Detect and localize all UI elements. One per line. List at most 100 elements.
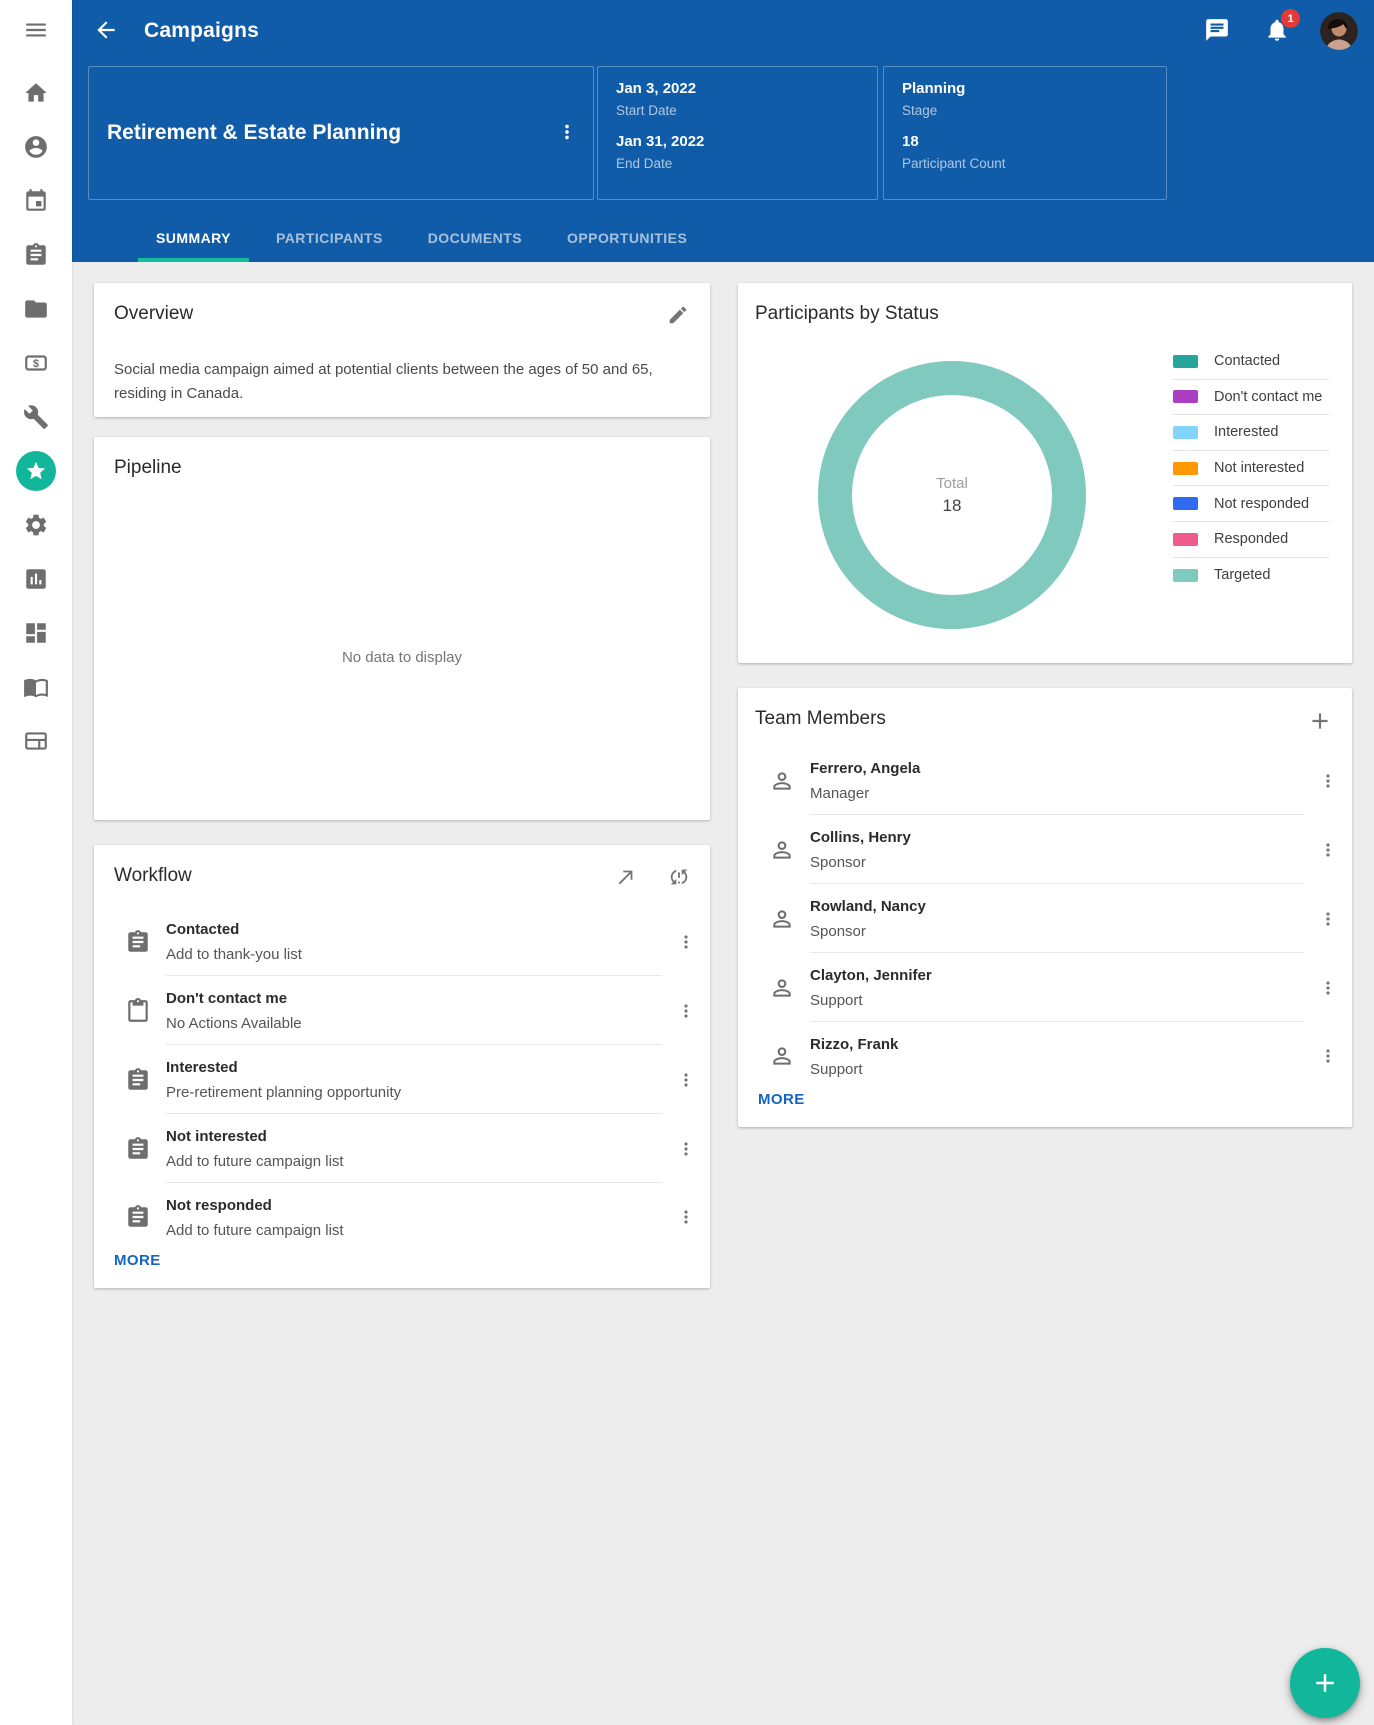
team-member-menu[interactable] [1304,953,1352,1022]
sidebar-item-reports[interactable] [0,552,72,606]
team-member-row: Rizzo, Frank Support [738,1022,1352,1090]
tab-opportunities[interactable]: OPPORTUNITIES [549,214,705,262]
workflow-row: Interested Pre-retirement planning oppor… [94,1045,710,1114]
menu-button[interactable] [22,17,50,45]
kebab-icon [556,121,578,143]
team-member-menu[interactable] [1304,815,1352,884]
workflow-title: Workflow [114,865,192,887]
team-member-row: Clayton, Jennifer Support [738,953,1352,1022]
legend-item: Contacted [1173,344,1329,380]
workflow-row-menu[interactable] [662,1045,710,1114]
participant-count-value: 18 [902,133,1148,150]
tab-documents[interactable]: DOCUMENTS [410,214,540,262]
team-member-role: Sponsor [810,854,1304,871]
sidebar-item-tasks[interactable] [0,228,72,282]
team-member-role: Support [810,1061,1304,1078]
person-icon [754,1022,810,1090]
workflow-action: Add to thank-you list [166,946,662,963]
sidebar-item-contacts[interactable] [0,120,72,174]
kebab-icon [676,1001,696,1021]
team-member-body: Collins, Henry Sponsor [810,815,1304,884]
back-arrow-icon [93,17,119,43]
team-member-name: Ferrero, Angela [810,757,1304,777]
workflow-row-menu[interactable] [662,976,710,1045]
workflow-action: No Actions Available [166,1015,662,1032]
team-member-menu[interactable] [1304,1022,1352,1090]
workflow-row: Don't contact me No Actions Available [94,976,710,1045]
team-members-more-button[interactable]: MORE [758,1085,813,1114]
legend-label: Targeted [1214,567,1270,583]
back-button[interactable] [92,17,120,45]
add-team-member-button[interactable] [1307,708,1333,734]
bar-chart-icon [23,566,49,592]
notifications-button[interactable]: 1 [1262,16,1292,46]
workflow-row-body: Don't contact me No Actions Available [166,976,662,1045]
workflow-more-button[interactable]: MORE [114,1246,169,1275]
tab-participants[interactable]: PARTICIPANTS [258,214,401,262]
page-title: Campaigns [144,19,259,43]
pencil-icon [667,304,689,326]
kebab-icon [676,1207,696,1227]
edit-overview-button[interactable] [665,303,691,329]
open-workflow-button[interactable] [613,865,639,891]
avatar-image [1320,12,1358,50]
person-icon [754,746,810,815]
workflow-row-menu[interactable] [662,907,710,976]
campaign-menu-button[interactable] [547,113,587,153]
end-date: Jan 31, 2022 End Date [616,133,859,171]
tab-bar: SUMMARY PARTICIPANTS DOCUMENTS OPPORTUNI… [138,214,714,262]
workflow-status: Not responded [166,1194,662,1214]
legend-swatch [1173,462,1198,475]
participants-chart-title: Participants by Status [755,303,939,325]
sidebar-item-documents[interactable] [0,282,72,336]
workflow-status: Don't contact me [166,987,662,1007]
notification-badge: 1 [1281,9,1300,28]
legend-item: Interested [1173,415,1329,451]
legend-label: Interested [1214,424,1279,440]
workflow-row-menu[interactable] [662,1114,710,1183]
assignment-icon [110,1183,166,1251]
team-member-menu[interactable] [1304,746,1352,815]
avatar[interactable] [1320,12,1358,50]
sidebar-item-calendar[interactable] [0,174,72,228]
person-icon [754,953,810,1022]
workflow-card: Workflow Contacted Add to thank-you list… [94,845,710,1288]
sidebar-item-billing[interactable] [0,714,72,768]
dashboard-icon [23,620,49,646]
sidebar-item-settings[interactable] [0,498,72,552]
workflow-row-menu[interactable] [662,1183,710,1251]
hamburger-icon [23,17,49,43]
end-date-label: End Date [616,156,859,171]
sync-workflow-button[interactable] [666,865,692,891]
kebab-icon [1318,840,1338,860]
tab-summary[interactable]: SUMMARY [138,214,249,262]
sidebar-item-tools[interactable] [0,390,72,444]
pipeline-title: Pipeline [114,457,182,479]
start-date-label: Start Date [616,103,859,118]
legend-label: Don't contact me [1214,389,1322,405]
team-member-menu[interactable] [1304,884,1352,953]
sidebar-item-directory[interactable] [0,660,72,714]
legend-swatch [1173,390,1198,403]
legend-item: Not responded [1173,486,1329,522]
sidebar-item-home[interactable] [0,66,72,120]
workflow-row-body: Contacted Add to thank-you list [166,907,662,976]
sidebar-item-campaigns[interactable] [0,444,72,498]
person-icon [754,884,810,953]
kebab-icon [1318,978,1338,998]
assignment-icon [110,1045,166,1114]
legend-label: Responded [1214,531,1288,547]
sync-problem-icon [668,866,690,888]
donut-center-label: Total [936,475,968,492]
kebab-icon [1318,909,1338,929]
campaign-name: Retirement & Estate Planning [107,121,547,145]
pipeline-empty-message: No data to display [94,649,710,666]
sidebar-item-accounts[interactable] [0,336,72,390]
kebab-icon [676,932,696,952]
add-fab[interactable] [1290,1648,1360,1718]
plus-icon [1310,1668,1340,1698]
gear-icon [23,512,49,538]
chat-button[interactable] [1202,16,1232,46]
sidebar-item-dashboard[interactable] [0,606,72,660]
team-member-name: Clayton, Jennifer [810,964,1304,984]
